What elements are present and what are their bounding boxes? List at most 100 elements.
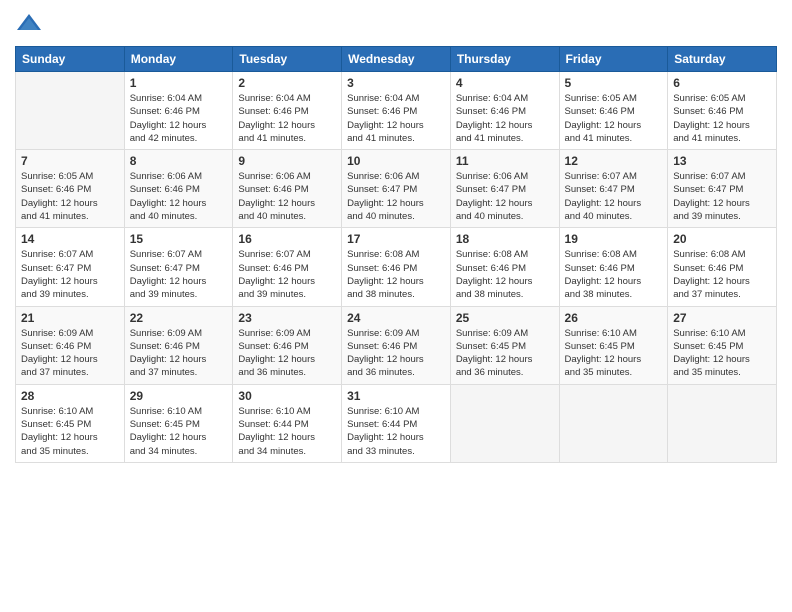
- day-number: 31: [347, 389, 445, 403]
- day-info: Sunrise: 6:09 AM Sunset: 6:46 PM Dayligh…: [238, 327, 336, 380]
- calendar-table: SundayMondayTuesdayWednesdayThursdayFrid…: [15, 46, 777, 463]
- calendar-cell: 11Sunrise: 6:06 AM Sunset: 6:47 PM Dayli…: [450, 150, 559, 228]
- page: SundayMondayTuesdayWednesdayThursdayFrid…: [0, 0, 792, 612]
- day-info: Sunrise: 6:05 AM Sunset: 6:46 PM Dayligh…: [673, 92, 771, 145]
- calendar-cell: [668, 384, 777, 462]
- day-number: 4: [456, 76, 554, 90]
- day-number: 16: [238, 232, 336, 246]
- day-info: Sunrise: 6:09 AM Sunset: 6:46 PM Dayligh…: [130, 327, 228, 380]
- week-row-0: 1 Sunrise: 6:04 AM Sunset: 6:46 PM Daylig…: [16, 72, 777, 150]
- calendar-cell: 30 Sunrise: 6:10 AM Sunset: 6:44 PM Dayli…: [233, 384, 342, 462]
- day-number: 8: [130, 154, 228, 168]
- day-info: Sunrise: 6:07 AM Sunset: 6:47 PM Dayligh…: [21, 248, 119, 301]
- day-info: Sunrise: 6:05 AM Sunset: 6:46 PM Dayligh…: [565, 92, 663, 145]
- day-number: 3: [347, 76, 445, 90]
- calendar-cell: 7 Sunrise: 6:05 AM Sunset: 6:46 PM Daylig…: [16, 150, 125, 228]
- day-number: 6: [673, 76, 771, 90]
- day-number: 29: [130, 389, 228, 403]
- calendar-cell: 19 Sunrise: 6:08 AM Sunset: 6:46 PM Dayli…: [559, 228, 668, 306]
- calendar-cell: [559, 384, 668, 462]
- day-number: 27: [673, 311, 771, 325]
- header: [15, 10, 777, 38]
- week-row-2: 14 Sunrise: 6:07 AM Sunset: 6:47 PM Dayli…: [16, 228, 777, 306]
- day-number: 11: [456, 154, 554, 168]
- calendar-cell: 18Sunrise: 6:08 AM Sunset: 6:46 PM Dayli…: [450, 228, 559, 306]
- day-number: 15: [130, 232, 228, 246]
- calendar-cell: 16 Sunrise: 6:07 AM Sunset: 6:46 PM Dayli…: [233, 228, 342, 306]
- day-info: Sunrise: 6:05 AM Sunset: 6:46 PM Dayligh…: [21, 170, 119, 223]
- day-info: Sunrise: 6:07 AM Sunset: 6:47 PM Dayligh…: [565, 170, 663, 223]
- calendar-cell: 2Sunrise: 6:04 AM Sunset: 6:46 PM Daylig…: [233, 72, 342, 150]
- calendar-cell: 20 Sunrise: 6:08 AM Sunset: 6:46 PM Dayli…: [668, 228, 777, 306]
- day-info: Sunrise: 6:09 AM Sunset: 6:46 PM Dayligh…: [21, 327, 119, 380]
- calendar-cell: 17 Sunrise: 6:08 AM Sunset: 6:46 PM Dayli…: [342, 228, 451, 306]
- calendar-cell: 28 Sunrise: 6:10 AM Sunset: 6:45 PM Dayli…: [16, 384, 125, 462]
- header-day-thursday: Thursday: [450, 47, 559, 72]
- day-number: 21: [21, 311, 119, 325]
- calendar-cell: 26 Sunrise: 6:10 AM Sunset: 6:45 PM Dayli…: [559, 306, 668, 384]
- calendar-cell: [450, 384, 559, 462]
- header-day-wednesday: Wednesday: [342, 47, 451, 72]
- calendar-cell: 4 Sunrise: 6:04 AM Sunset: 6:46 PM Daylig…: [450, 72, 559, 150]
- day-info: Sunrise: 6:10 AM Sunset: 6:44 PM Dayligh…: [347, 405, 445, 458]
- day-info: Sunrise: 6:10 AM Sunset: 6:45 PM Dayligh…: [21, 405, 119, 458]
- day-info: Sunrise: 6:09 AM Sunset: 6:46 PM Dayligh…: [347, 327, 445, 380]
- week-row-4: 28 Sunrise: 6:10 AM Sunset: 6:45 PM Dayli…: [16, 384, 777, 462]
- day-info: Sunrise: 6:10 AM Sunset: 6:45 PM Dayligh…: [673, 327, 771, 380]
- day-info: Sunrise: 6:08 AM Sunset: 6:46 PM Dayligh…: [565, 248, 663, 301]
- day-number: 20: [673, 232, 771, 246]
- day-number: 28: [21, 389, 119, 403]
- calendar-header: SundayMondayTuesdayWednesdayThursdayFrid…: [16, 47, 777, 72]
- logo-icon: [15, 10, 43, 38]
- day-info: Sunrise: 6:06 AM Sunset: 6:47 PM Dayligh…: [347, 170, 445, 223]
- calendar-cell: 14 Sunrise: 6:07 AM Sunset: 6:47 PM Dayli…: [16, 228, 125, 306]
- day-number: 18: [456, 232, 554, 246]
- day-info: Sunrise: 6:10 AM Sunset: 6:45 PM Dayligh…: [565, 327, 663, 380]
- calendar-cell: 5Sunrise: 6:05 AM Sunset: 6:46 PM Daylig…: [559, 72, 668, 150]
- calendar-cell: 12 Sunrise: 6:07 AM Sunset: 6:47 PM Dayli…: [559, 150, 668, 228]
- calendar-cell: 8 Sunrise: 6:06 AM Sunset: 6:46 PM Daylig…: [124, 150, 233, 228]
- calendar-cell: 23 Sunrise: 6:09 AM Sunset: 6:46 PM Dayli…: [233, 306, 342, 384]
- day-info: Sunrise: 6:08 AM Sunset: 6:46 PM Dayligh…: [347, 248, 445, 301]
- day-number: 19: [565, 232, 663, 246]
- calendar-cell: 27 Sunrise: 6:10 AM Sunset: 6:45 PM Dayli…: [668, 306, 777, 384]
- day-info: Sunrise: 6:10 AM Sunset: 6:44 PM Dayligh…: [238, 405, 336, 458]
- calendar-cell: 3Sunrise: 6:04 AM Sunset: 6:46 PM Daylig…: [342, 72, 451, 150]
- header-day-sunday: Sunday: [16, 47, 125, 72]
- calendar-cell: 29Sunrise: 6:10 AM Sunset: 6:45 PM Dayli…: [124, 384, 233, 462]
- day-number: 1: [130, 76, 228, 90]
- calendar-cell: 13Sunrise: 6:07 AM Sunset: 6:47 PM Dayli…: [668, 150, 777, 228]
- day-number: 12: [565, 154, 663, 168]
- day-info: Sunrise: 6:07 AM Sunset: 6:46 PM Dayligh…: [238, 248, 336, 301]
- day-info: Sunrise: 6:04 AM Sunset: 6:46 PM Dayligh…: [456, 92, 554, 145]
- day-info: Sunrise: 6:06 AM Sunset: 6:46 PM Dayligh…: [130, 170, 228, 223]
- header-day-saturday: Saturday: [668, 47, 777, 72]
- calendar-cell: 9Sunrise: 6:06 AM Sunset: 6:46 PM Daylig…: [233, 150, 342, 228]
- week-row-3: 21 Sunrise: 6:09 AM Sunset: 6:46 PM Dayli…: [16, 306, 777, 384]
- header-day-tuesday: Tuesday: [233, 47, 342, 72]
- day-info: Sunrise: 6:08 AM Sunset: 6:46 PM Dayligh…: [673, 248, 771, 301]
- header-day-friday: Friday: [559, 47, 668, 72]
- calendar-cell: 22 Sunrise: 6:09 AM Sunset: 6:46 PM Dayli…: [124, 306, 233, 384]
- day-number: 17: [347, 232, 445, 246]
- day-number: 25: [456, 311, 554, 325]
- day-info: Sunrise: 6:07 AM Sunset: 6:47 PM Dayligh…: [130, 248, 228, 301]
- day-info: Sunrise: 6:09 AM Sunset: 6:45 PM Dayligh…: [456, 327, 554, 380]
- day-number: 23: [238, 311, 336, 325]
- calendar-cell: 31 Sunrise: 6:10 AM Sunset: 6:44 PM Dayli…: [342, 384, 451, 462]
- day-info: Sunrise: 6:07 AM Sunset: 6:47 PM Dayligh…: [673, 170, 771, 223]
- calendar-cell: 25 Sunrise: 6:09 AM Sunset: 6:45 PM Dayli…: [450, 306, 559, 384]
- day-number: 14: [21, 232, 119, 246]
- day-number: 22: [130, 311, 228, 325]
- day-number: 9: [238, 154, 336, 168]
- day-number: 7: [21, 154, 119, 168]
- day-number: 26: [565, 311, 663, 325]
- week-row-1: 7 Sunrise: 6:05 AM Sunset: 6:46 PM Daylig…: [16, 150, 777, 228]
- day-info: Sunrise: 6:04 AM Sunset: 6:46 PM Dayligh…: [130, 92, 228, 145]
- calendar-cell: [16, 72, 125, 150]
- calendar-cell: 24Sunrise: 6:09 AM Sunset: 6:46 PM Dayli…: [342, 306, 451, 384]
- day-number: 30: [238, 389, 336, 403]
- calendar-body: 1 Sunrise: 6:04 AM Sunset: 6:46 PM Daylig…: [16, 72, 777, 463]
- header-row: SundayMondayTuesdayWednesdayThursdayFrid…: [16, 47, 777, 72]
- calendar-cell: 15 Sunrise: 6:07 AM Sunset: 6:47 PM Dayli…: [124, 228, 233, 306]
